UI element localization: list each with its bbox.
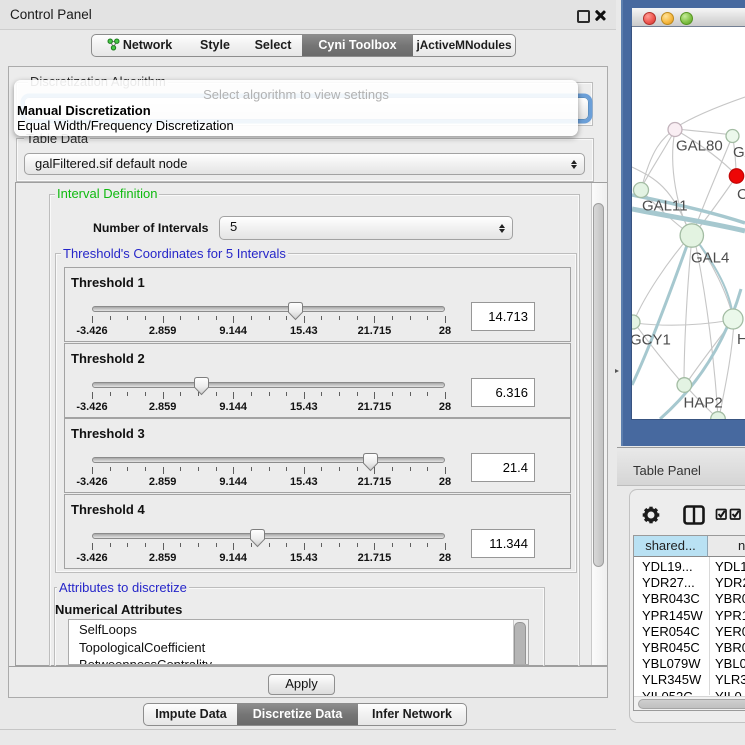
- svg-text:GAL80: GAL80: [676, 138, 723, 155]
- svg-text:GAL11: GAL11: [642, 198, 688, 215]
- svg-text:GAL4: GAL4: [691, 250, 729, 267]
- svg-text:H: H: [737, 331, 745, 348]
- svg-text:GCY1: GCY1: [632, 332, 671, 349]
- svg-text:HAP2: HAP2: [684, 395, 723, 412]
- svg-text:C: C: [737, 186, 745, 203]
- svg-text:GA: GA: [733, 144, 745, 161]
